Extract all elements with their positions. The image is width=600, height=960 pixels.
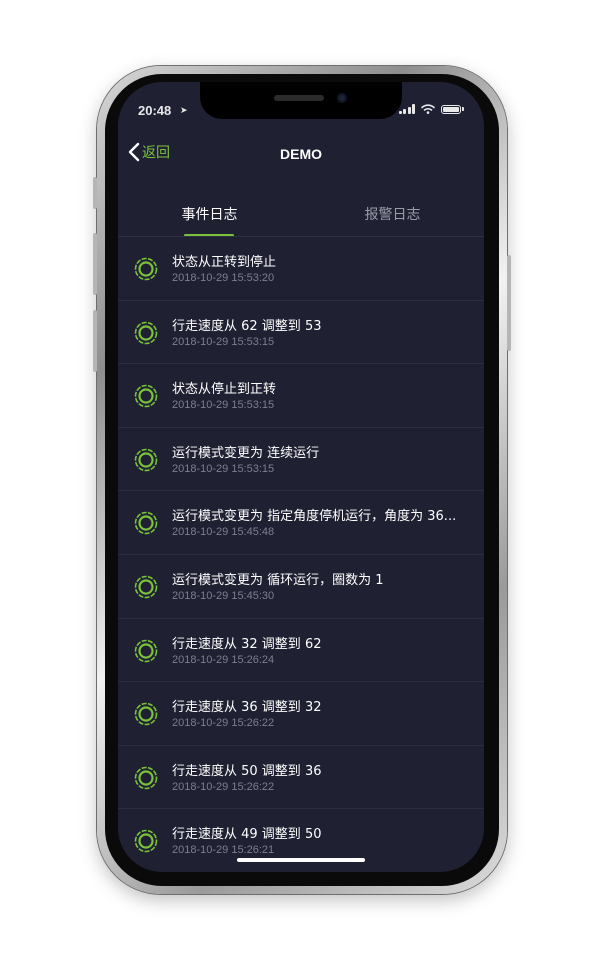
list-item[interactable]: 行走速度从 49 调整到 50 2018-10-29 15:26:21 bbox=[118, 809, 484, 872]
list-item[interactable]: 运行模式变更为 循环运行，圈数为 1 2018-10-29 15:45:30 bbox=[118, 555, 484, 619]
event-time: 2018-10-29 15:53:20 bbox=[172, 272, 275, 284]
list-item[interactable]: 状态从正转到停止 2018-10-29 15:53:20 bbox=[118, 237, 484, 301]
tab-alarm-log[interactable]: 报警日志 bbox=[301, 204, 484, 224]
page-title: DEMO bbox=[280, 146, 322, 162]
event-time: 2018-10-29 15:26:24 bbox=[172, 653, 275, 666]
status-ring-icon bbox=[134, 639, 158, 662]
status-icons bbox=[398, 104, 464, 114]
side-button-right bbox=[507, 255, 511, 351]
event-title: 行走速度从 36 调整到 32 bbox=[172, 700, 322, 716]
event-time: 2018-10-29 15:53:15 bbox=[172, 399, 275, 412]
event-title: 运行模式变更为 指定角度停机运行，角度为 36... bbox=[172, 509, 457, 525]
list-item[interactable]: 运行模式变更为 指定角度停机运行，角度为 36... 2018-10-29 15… bbox=[118, 491, 484, 555]
signal-icon bbox=[398, 104, 415, 114]
event-title: 状态从停止到正转 bbox=[172, 382, 277, 398]
status-time: 20:48 bbox=[138, 103, 172, 118]
status-ring-icon bbox=[134, 766, 158, 790]
event-title: 行走速度从 62 调整到 53 bbox=[172, 318, 322, 334]
status-ring-icon bbox=[134, 321, 158, 344]
status-ring-icon bbox=[134, 830, 158, 853]
status-ring-icon bbox=[134, 448, 158, 472]
event-title: 状态从正转到停止 bbox=[172, 255, 277, 270]
event-title: 运行模式变更为 循环运行，圈数为 1 bbox=[172, 572, 384, 588]
status-ring-icon bbox=[134, 257, 158, 281]
list-item[interactable]: 行走速度从 62 调整到 53 2018-10-29 15:53:15 bbox=[118, 301, 484, 365]
tab-bar: 事件日志 报警日志 bbox=[118, 194, 484, 237]
list-item[interactable]: 行走速度从 32 调整到 62 2018-10-29 15:26:24 bbox=[118, 619, 484, 683]
status-ring-icon bbox=[134, 702, 158, 726]
tab-event-log[interactable]: 事件日志 bbox=[118, 204, 301, 224]
event-time: 2018-10-29 15:45:48 bbox=[172, 526, 275, 539]
side-button-left-top bbox=[93, 177, 97, 209]
status-ring-icon bbox=[134, 575, 158, 599]
list-item[interactable]: 运行模式变更为 连续运行 2018-10-29 15:53:15 bbox=[118, 428, 484, 492]
app-screen: 20:48 ➤ 返回 DEMO 事件日志 报警日志 状态从正转到停止 2018-… bbox=[118, 82, 484, 872]
status-ring-icon bbox=[134, 512, 158, 535]
battery-tip bbox=[462, 107, 464, 111]
nav-bar: 返回 DEMO bbox=[118, 132, 484, 176]
location-arrow-icon: ➤ bbox=[180, 106, 188, 116]
list-item[interactable]: 行走速度从 50 调整到 36 2018-10-29 15:26:22 bbox=[118, 746, 484, 810]
event-title: 行走速度从 50 调整到 36 bbox=[172, 763, 322, 779]
event-time: 2018-10-29 15:45:30 bbox=[172, 589, 275, 602]
event-time: 2018-10-29 15:53:15 bbox=[172, 335, 275, 348]
event-title: 运行模式变更为 连续运行 bbox=[172, 445, 320, 461]
status-ring-icon bbox=[134, 384, 158, 408]
side-button-left-mid bbox=[93, 233, 97, 295]
wifi-icon bbox=[421, 104, 435, 114]
event-time: 2018-10-29 15:26:21 bbox=[172, 844, 275, 857]
home-indicator[interactable] bbox=[237, 858, 365, 862]
speaker-grille bbox=[274, 95, 324, 101]
battery-icon bbox=[441, 104, 461, 114]
notch bbox=[200, 82, 402, 119]
event-title: 行走速度从 49 调整到 50 bbox=[172, 827, 322, 843]
list-item[interactable]: 状态从停止到正转 2018-10-29 15:53:15 bbox=[118, 364, 484, 428]
list-item[interactable]: 行走速度从 36 调整到 32 2018-10-29 15:26:22 bbox=[118, 682, 484, 746]
event-time: 2018-10-29 15:26:22 bbox=[172, 780, 275, 793]
event-list: 状态从正转到停止 2018-10-29 15:53:20 行走速度从 62 调整… bbox=[118, 237, 484, 872]
event-time: 2018-10-29 15:26:22 bbox=[172, 717, 275, 730]
front-camera bbox=[337, 93, 347, 103]
side-button-left-low bbox=[93, 310, 97, 372]
event-title: 行走速度从 32 调整到 62 bbox=[172, 636, 322, 652]
event-time: 2018-10-29 15:53:15 bbox=[172, 462, 275, 475]
